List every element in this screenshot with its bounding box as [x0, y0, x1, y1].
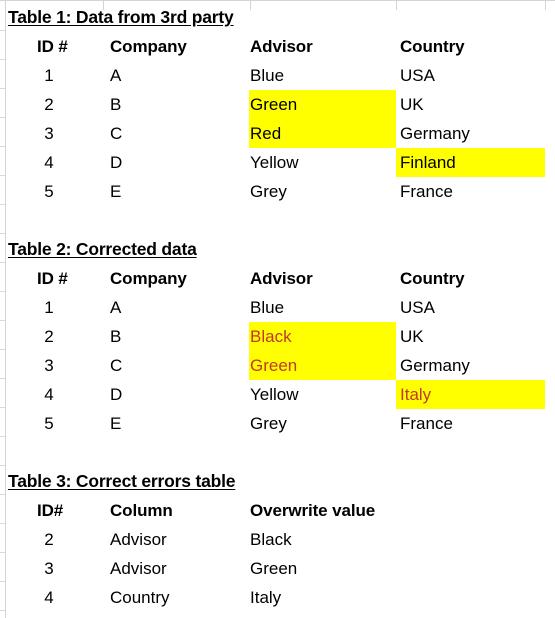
- table-2-cell-country: USA: [400, 298, 435, 317]
- table-row: 5 E Grey France: [0, 177, 555, 206]
- table-2-cell-advisor: Blue: [250, 298, 285, 317]
- table-3-header-value: Overwrite value: [250, 501, 376, 520]
- table-2-cell-company: A: [110, 298, 122, 317]
- table-1-header-row: ID # Company Advisor Country: [0, 32, 555, 61]
- table-1-cell-id: 5: [44, 182, 54, 201]
- table-1-cell-company: A: [110, 66, 122, 85]
- table-1-cell-advisor: Blue: [250, 66, 285, 85]
- grid-row-line: [0, 30, 6, 31]
- table-row: 2 B Black UK: [0, 322, 555, 351]
- table-1-cell-country: USA: [400, 66, 435, 85]
- table-row: 4 D Yellow Finland: [0, 148, 555, 177]
- table-1-cell-id: 1: [44, 66, 54, 85]
- table-3-cell-column: Advisor: [110, 530, 167, 549]
- table-2-cell-country: France: [400, 414, 453, 433]
- table-1-header-company: Company: [110, 37, 187, 56]
- grid-top-border: [0, 0, 555, 1]
- table-row: 2 Advisor Black: [0, 525, 555, 554]
- table-2-cell-country: Italy: [400, 385, 432, 404]
- grid-row-line: [0, 465, 6, 466]
- table-1-cell-id: 2: [44, 95, 54, 114]
- table-2-cell-advisor: Black: [250, 327, 292, 346]
- table-1-cell-company: D: [110, 153, 123, 172]
- table-row: 5 E Grey France: [0, 409, 555, 438]
- grid-row-line: [0, 233, 6, 234]
- table-row: 3 C Green Germany: [0, 351, 555, 380]
- grid-row-line: [0, 494, 6, 495]
- table-row: 2 B Green UK: [0, 90, 555, 119]
- table-1-cell-advisor: Green: [250, 95, 298, 114]
- table-1-cell-company: E: [110, 182, 122, 201]
- table-1-cell-id: 4: [44, 153, 54, 172]
- table-row: 4 D Yellow Italy: [0, 380, 555, 409]
- table-2-cell-id: 5: [44, 414, 54, 433]
- grid-column-line-c: [250, 0, 251, 10]
- table-3-cell-value: Green: [250, 559, 298, 578]
- table-2-header-advisor: Advisor: [250, 269, 313, 288]
- table-2-cell-company: E: [110, 414, 122, 433]
- table-1-cell-country: Germany: [400, 124, 470, 143]
- table-2-header-row: ID # Company Advisor Country: [0, 264, 555, 293]
- table-2-header-country: Country: [400, 269, 465, 288]
- table-3-header-id: ID#: [37, 501, 64, 520]
- table-2-cell-id: 3: [44, 356, 54, 375]
- table-3-cell-value: Black: [250, 530, 292, 549]
- table-2-cell-company: C: [110, 356, 123, 375]
- table-3-cell-id: 3: [44, 559, 54, 578]
- table-row: 3 C Red Germany: [0, 119, 555, 148]
- table-row: 4 Country Italy: [0, 583, 555, 612]
- table-1-title: Table 1: Data from 3rd party: [8, 7, 234, 27]
- table-3-cell-id: 2: [44, 530, 54, 549]
- table-1-cell-country: France: [400, 182, 453, 201]
- table-3-cell-column: Advisor: [110, 559, 167, 578]
- table-1-cell-country: Finland: [400, 153, 456, 172]
- table-2-cell-advisor: Yellow: [250, 385, 299, 404]
- table-3-title: Table 3: Correct errors table: [8, 471, 236, 491]
- grid-column-line-e: [545, 0, 546, 10]
- table-3-header-column: Column: [110, 501, 173, 520]
- table-1-cell-advisor: Grey: [250, 182, 287, 201]
- table-2-cell-id: 1: [44, 298, 54, 317]
- table-2-cell-company: D: [110, 385, 123, 404]
- table-2-title: Table 2: Corrected data: [8, 239, 197, 259]
- table-1-cell-country: UK: [400, 95, 424, 114]
- grid-column-line-d: [396, 0, 397, 10]
- table-1-header-advisor: Advisor: [250, 37, 313, 56]
- table-1-cell-company: C: [110, 124, 123, 143]
- table-2-cell-id: 4: [44, 385, 54, 404]
- table-3-cell-value: Italy: [250, 588, 282, 607]
- table-2-cell-country: Germany: [400, 356, 470, 375]
- table-3-cell-id: 4: [44, 588, 54, 607]
- table-1-header-country: Country: [400, 37, 465, 56]
- table-1-header-id: ID #: [37, 37, 68, 56]
- table-2-header-id: ID #: [37, 269, 68, 288]
- table-2-cell-country: UK: [400, 327, 424, 346]
- table-1-cell-company: B: [110, 95, 122, 114]
- table-2-cell-id: 2: [44, 327, 54, 346]
- table-2-cell-advisor: Green: [250, 356, 298, 375]
- table-3-cell-column: Country: [110, 588, 170, 607]
- table-2-header-company: Company: [110, 269, 187, 288]
- table-1-cell-advisor: Red: [250, 124, 282, 143]
- table-1-cell-id: 3: [44, 124, 54, 143]
- grid-row-line: [0, 262, 6, 263]
- table-1-cell-advisor: Yellow: [250, 153, 299, 172]
- table-row: 1 A Blue USA: [0, 293, 555, 322]
- table-3-header-row: ID# Column Overwrite value: [0, 496, 555, 525]
- table-row: 3 Advisor Green: [0, 554, 555, 583]
- table-2-cell-company: B: [110, 327, 122, 346]
- table-2-cell-advisor: Grey: [250, 414, 287, 433]
- table-row: 1 A Blue USA: [0, 61, 555, 90]
